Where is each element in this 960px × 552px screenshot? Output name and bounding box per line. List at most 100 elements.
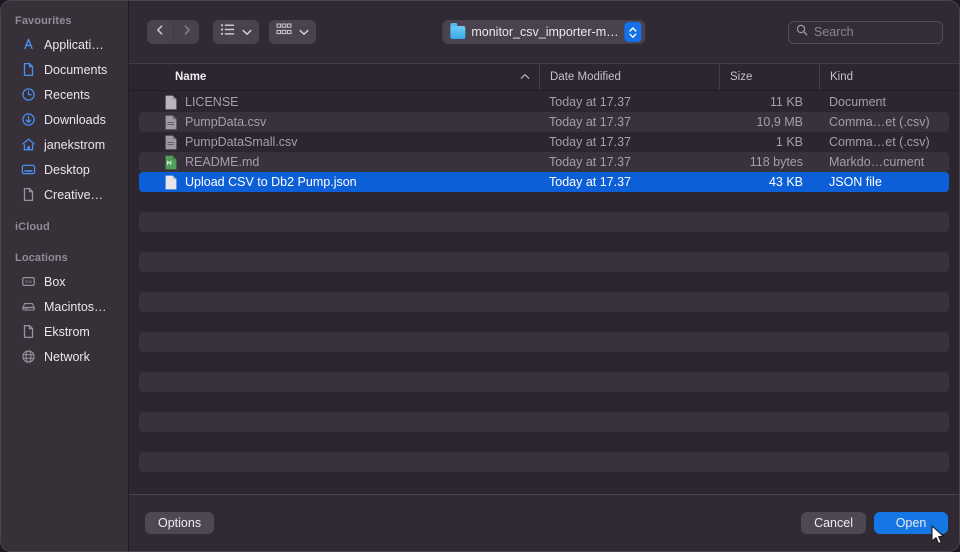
empty-row (139, 472, 949, 492)
sidebar-item-label: Macintos… (44, 299, 107, 314)
up-down-stepper-icon[interactable] (624, 22, 642, 42)
empty-row (139, 232, 949, 252)
home-icon (21, 137, 36, 152)
table-row-selected[interactable]: Upload CSV to Db2 Pump.json Today at 17.… (139, 172, 949, 192)
document-file-icon (165, 95, 177, 110)
empty-row (139, 212, 949, 232)
sidebar-item-ekstrom[interactable]: Ekstrom (7, 319, 122, 344)
search-placeholder: Search (814, 25, 854, 39)
sidebar-item-documents[interactable]: Documents (7, 57, 122, 82)
download-circle-icon (21, 112, 36, 127)
sidebar-item-label: Documents (44, 62, 108, 77)
sidebar-item-network[interactable]: Network (7, 344, 122, 369)
search-field[interactable]: Search (788, 20, 943, 44)
document-icon (21, 324, 36, 339)
empty-row (139, 292, 949, 312)
sidebar-item-downloads[interactable]: Downloads (7, 107, 122, 132)
table-row[interactable]: LICENSE Today at 17.37 11 KB Document (139, 92, 949, 112)
open-button[interactable]: Open (874, 512, 948, 534)
json-file-icon (165, 175, 177, 190)
sidebar-section-header-icloud: iCloud (15, 221, 50, 233)
empty-row (139, 392, 949, 412)
empty-row (139, 432, 949, 452)
sidebar-item-janekstrom[interactable]: janekstrom (7, 132, 122, 157)
file-name-cell: PumpData.csv (139, 115, 539, 130)
sidebar-item-label: Downloads (44, 112, 106, 127)
file-date-cell: Today at 17.37 (549, 155, 632, 169)
file-date-cell: Today at 17.37 (549, 135, 632, 149)
sidebar-item-applications[interactable]: Applicati… (7, 32, 122, 57)
table-row[interactable]: README.md Today at 17.37 118 bytes Markd… (139, 152, 949, 172)
desktop-icon (21, 162, 36, 177)
empty-row (139, 372, 949, 392)
sidebar-item-label: Creative… (44, 187, 104, 202)
file-name-label: PumpDataSmall.csv (185, 135, 298, 149)
file-name-cell: Upload CSV to Db2 Pump.json (139, 175, 539, 190)
file-name-label: PumpData.csv (185, 115, 267, 129)
sidebar-item-label: Network (44, 349, 90, 364)
empty-row (139, 452, 949, 472)
csv-file-icon (165, 135, 177, 150)
file-name-cell: README.md (139, 155, 539, 170)
document-icon (21, 187, 36, 202)
table-row[interactable]: PumpDataSmall.csv Today at 17.37 1 KB Co… (139, 132, 949, 152)
file-kind-cell: Markdo…cument (829, 155, 925, 169)
sidebar-item-label: Applicati… (44, 37, 104, 52)
sidebar-item-recents[interactable]: Recents (7, 82, 122, 107)
applications-icon (21, 37, 36, 52)
hard-drive-icon (21, 299, 36, 314)
sidebar-item-macintosh-hd[interactable]: Macintos… (7, 294, 122, 319)
file-size-cell: 1 KB (775, 135, 803, 149)
svg-text:box: box (25, 279, 33, 284)
sidebar-item-desktop[interactable]: Desktop (7, 157, 122, 182)
chevron-up-icon (520, 71, 530, 83)
sidebar-item-label: Ekstrom (44, 324, 90, 339)
column-header-name[interactable]: Name (129, 64, 539, 90)
file-name-label: LICENSE (185, 95, 239, 109)
chevron-down-icon (299, 23, 309, 41)
column-header-kind[interactable]: Kind (819, 64, 959, 90)
grid-view-icon (276, 23, 292, 41)
file-kind-cell: JSON file (829, 175, 882, 189)
file-size-cell: 10,9 MB (756, 115, 803, 129)
column-header-size-label: Size (730, 71, 753, 83)
column-header-date-label: Date Modified (550, 71, 621, 83)
table-row[interactable]: PumpData.csv Today at 17.37 10,9 MB Comm… (139, 112, 949, 132)
sidebar-item-label: Desktop (44, 162, 90, 177)
forward-button[interactable] (173, 20, 199, 44)
box-drive-icon: box (21, 274, 36, 289)
documents-folder-icon (21, 62, 36, 77)
sidebar-item-creative[interactable]: Creative… (7, 182, 122, 207)
sidebar-item-label: Box (44, 274, 66, 289)
file-list[interactable]: LICENSE Today at 17.37 11 KB Document Pu… (129, 91, 959, 494)
empty-row (139, 412, 949, 432)
file-date-cell: Today at 17.37 (549, 175, 632, 189)
path-popup-button[interactable]: monitor_csv_importer-m… (442, 20, 646, 44)
list-view-button[interactable] (213, 20, 259, 44)
column-header-size[interactable]: Size (719, 64, 819, 90)
sidebar-item-label: Recents (44, 87, 90, 102)
back-button[interactable] (147, 20, 173, 44)
grid-view-button[interactable] (269, 20, 316, 44)
file-name-label: README.md (185, 155, 260, 169)
file-kind-cell: Document (829, 95, 886, 109)
file-size-cell: 118 bytes (749, 155, 803, 169)
main-panel: monitor_csv_importer-m… Search Name Date… (129, 1, 959, 551)
file-name-cell: LICENSE (139, 95, 539, 110)
navigation-segmented-control (147, 20, 199, 44)
sidebar-item-box[interactable]: box Box (7, 269, 122, 294)
current-folder-label: monitor_csv_importer-m… (471, 25, 619, 39)
column-header-kind-label: Kind (830, 71, 854, 83)
globe-icon (21, 349, 36, 364)
folder-icon (450, 22, 466, 39)
file-name-label: Upload CSV to Db2 Pump.json (185, 175, 357, 189)
file-size-cell: 11 KB (769, 95, 803, 109)
empty-row (139, 352, 949, 372)
options-button[interactable]: Options (145, 512, 215, 534)
footer-action-buttons: Cancel Open (801, 512, 948, 534)
column-header-date-modified[interactable]: Date Modified (539, 64, 719, 90)
cancel-button[interactable]: Cancel (801, 512, 866, 534)
search-icon (796, 23, 808, 41)
empty-row (139, 192, 949, 212)
open-file-dialog: Favourites Applicati… Documents Recents … (0, 0, 960, 552)
